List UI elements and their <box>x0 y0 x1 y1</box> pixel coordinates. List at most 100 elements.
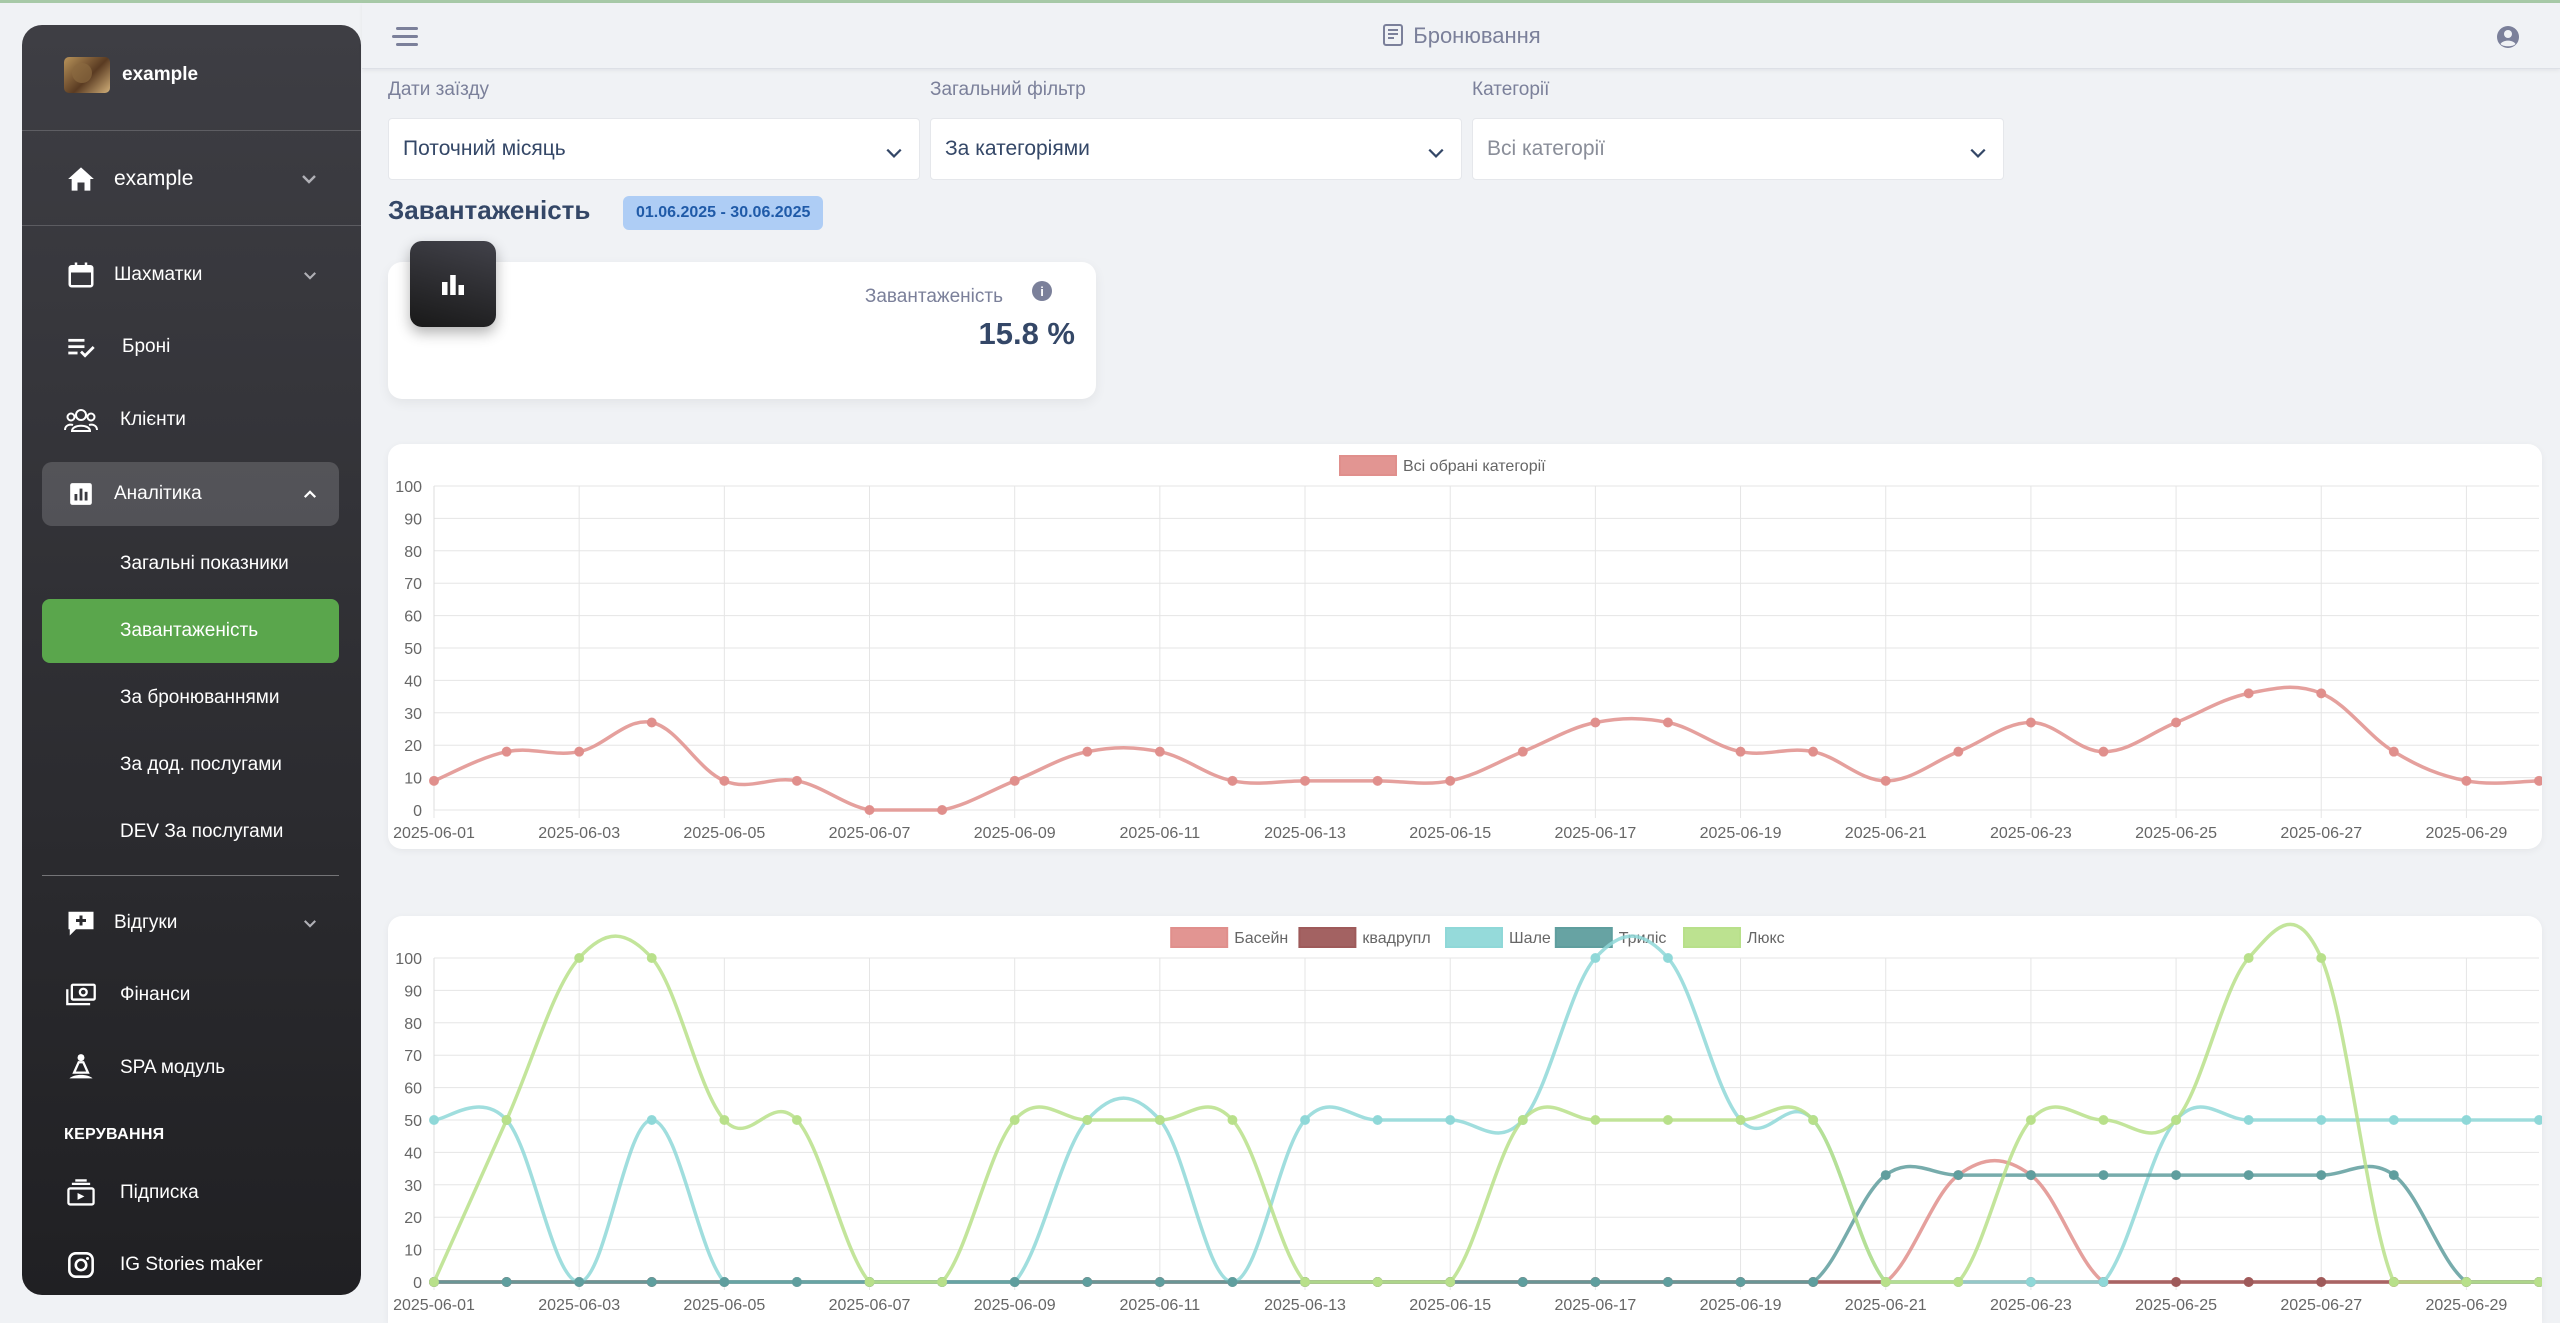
sidebar-item-subscription[interactable]: Підписка <box>42 1161 339 1225</box>
dates-filter-select[interactable]: Поточний місяць <box>388 118 920 180</box>
legend-swatch <box>1339 455 1397 476</box>
chevron-down-icon <box>1969 141 1987 165</box>
sidebar-subitem-label: DEV За послугами <box>120 821 284 842</box>
data-point <box>2316 953 2327 963</box>
sidebar-subitem-general[interactable]: Загальні показники <box>42 532 339 596</box>
x-tick-label: 2025-06-07 <box>829 825 911 842</box>
general-filter-select[interactable]: За категоріями <box>930 118 1462 180</box>
data-point <box>1372 1277 1383 1287</box>
data-point <box>1808 1115 1819 1125</box>
x-tick-label: 2025-06-23 <box>1990 1297 2072 1314</box>
brand[interactable]: example <box>64 57 198 93</box>
data-point <box>791 1277 802 1287</box>
sidebar-item-analytics[interactable]: Аналітика <box>42 462 339 526</box>
data-point <box>1227 1115 1238 1125</box>
data-point <box>2025 1115 2036 1125</box>
data-point <box>2388 1170 2399 1181</box>
data-point <box>2171 1115 2182 1125</box>
data-point <box>2098 1277 2109 1287</box>
y-tick-label: 80 <box>404 1016 422 1033</box>
chevron-down-icon <box>1427 141 1445 165</box>
data-point <box>1880 775 1891 786</box>
sidebar-item-label: example <box>114 167 194 190</box>
x-tick-label: 2025-06-15 <box>1409 825 1491 842</box>
data-point <box>646 717 657 728</box>
legend-label: Шале <box>1509 930 1551 947</box>
data-point <box>646 1115 657 1125</box>
sidebar: example example Шахматки Броні Клієнти А… <box>22 25 361 1295</box>
data-point <box>1880 1277 1891 1287</box>
data-point <box>1880 1170 1891 1181</box>
sidebar-subitem-label: Завантаженість <box>120 620 259 641</box>
sidebar-item-ig-stories[interactable]: IG Stories maker <box>42 1233 339 1295</box>
data-point <box>791 1115 802 1125</box>
categories-filter-placeholder: Всі категорії <box>1487 137 1605 160</box>
data-point <box>2025 717 2036 728</box>
sidebar-item-bookings[interactable]: Броні <box>42 315 339 379</box>
sidebar-item-label: Шахматки <box>114 264 203 285</box>
series-line <box>434 1164 2539 1284</box>
sidebar-item-chess[interactable]: Шахматки <box>42 243 339 307</box>
general-filter-label: Загальний фільтр <box>930 79 1086 100</box>
page-title-text: Бронювання <box>1413 23 1541 48</box>
sidebar-item-spa[interactable]: SPA модуль <box>42 1036 339 1100</box>
brand-logo <box>64 57 110 93</box>
sidebar-item-label: Підписка <box>120 1182 199 1203</box>
data-point <box>501 746 512 757</box>
data-point <box>501 1277 512 1287</box>
dates-filter-value: Поточний місяць <box>403 137 566 160</box>
x-tick-label: 2025-06-05 <box>683 1297 765 1314</box>
x-tick-label: 2025-06-23 <box>1990 825 2072 842</box>
user-account-icon[interactable] <box>2496 25 2520 49</box>
categories-filter-select[interactable]: Всі категорії <box>1472 118 2004 180</box>
series-line <box>432 922 2539 1284</box>
data-point <box>1445 1277 1456 1287</box>
general-filter-value: За категоріями <box>945 137 1090 160</box>
occupancy-total-chart: Всі обрані категорії 0 10 20 30 40 50 60 70 80 90 1… <box>393 455 2542 842</box>
data-point <box>2388 746 2399 757</box>
sidebar-item-home[interactable]: example <box>42 147 339 211</box>
sidebar-subitem-extra-services[interactable]: За дод. послугами <box>42 733 339 797</box>
data-point <box>719 1115 730 1125</box>
sidebar-subitem-occupancy[interactable]: Завантаженість <box>42 599 339 663</box>
chevron-down-icon <box>303 267 317 285</box>
y-tick-label: 70 <box>404 1048 422 1065</box>
data-point <box>2534 775 2542 786</box>
data-point <box>2025 1170 2036 1181</box>
subscription-icon <box>64 1176 98 1210</box>
sidebar-item-finance[interactable]: Фінанси <box>42 963 339 1027</box>
sidebar-item-reviews[interactable]: Відгуки <box>42 891 339 955</box>
data-point <box>2461 1277 2472 1287</box>
sidebar-subitem-dev-services[interactable]: DEV За послугами <box>42 800 339 864</box>
data-point <box>646 1277 657 1287</box>
data-point <box>574 746 585 757</box>
date-range-badge: 01.06.2025 - 30.06.2025 <box>623 196 824 230</box>
x-tick-label: 2025-06-13 <box>1264 1297 1346 1314</box>
data-point <box>719 1277 730 1287</box>
data-point <box>2243 688 2254 699</box>
data-point <box>937 1277 948 1287</box>
data-point <box>1082 746 1093 757</box>
data-point <box>1517 1277 1528 1287</box>
sidebar-subitem-by-bookings[interactable]: За бронюваннями <box>42 666 339 730</box>
info-icon[interactable]: i <box>1032 281 1052 301</box>
data-point <box>1590 1115 1601 1125</box>
data-point <box>1735 1115 1746 1125</box>
legend-swatch <box>1683 927 1741 948</box>
data-point <box>2388 1115 2399 1125</box>
x-tick-label: 2025-06-27 <box>2280 825 2362 842</box>
y-tick-label: 90 <box>404 511 422 528</box>
clients-icon <box>64 403 98 437</box>
legend-swatch <box>1170 927 1229 948</box>
data-point <box>1009 1115 1020 1125</box>
data-point <box>574 953 585 963</box>
stat-value: 15.8 % <box>978 316 1075 351</box>
data-point <box>1517 746 1528 757</box>
x-tick-label: 2025-06-11 <box>1120 825 1201 842</box>
sidebar-divider <box>42 875 339 876</box>
x-tick-label: 2025-06-11 <box>1120 1297 1201 1314</box>
data-point <box>791 775 802 786</box>
sidebar-subitem-label: Загальні показники <box>120 553 289 574</box>
x-tick-label: 2025-06-15 <box>1409 1297 1491 1314</box>
sidebar-item-clients[interactable]: Клієнти <box>42 388 339 452</box>
